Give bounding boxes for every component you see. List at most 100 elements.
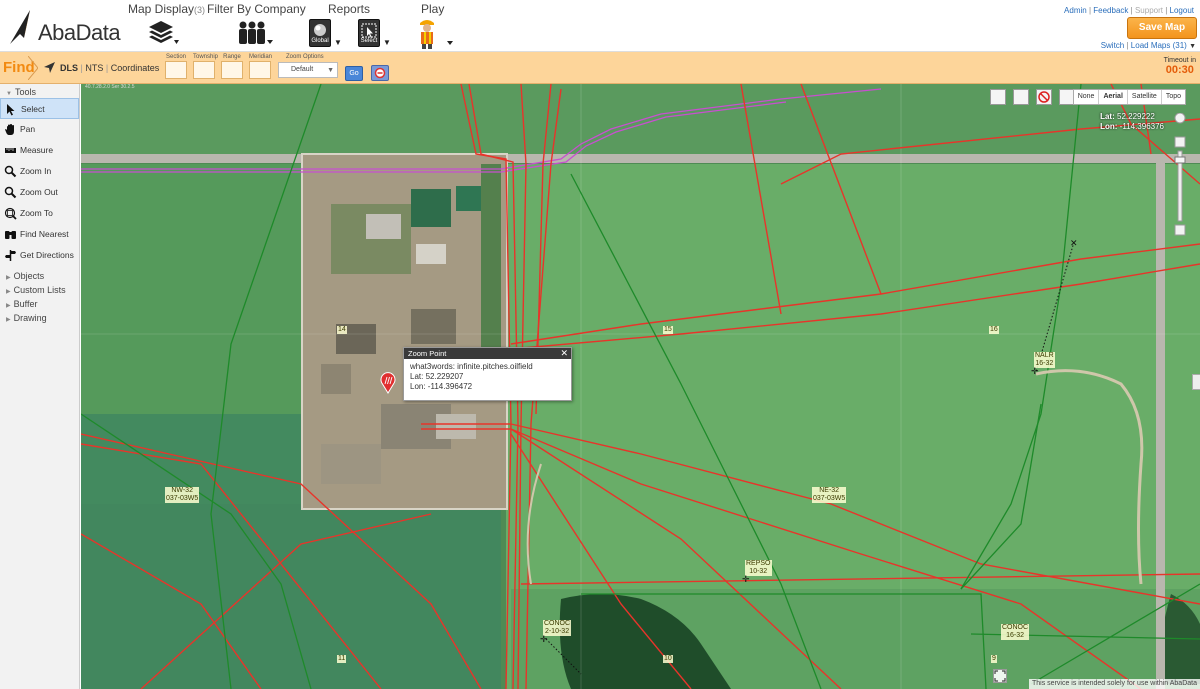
filter-company-menu[interactable]: Filter By Company xyxy=(207,2,306,16)
drawing-section[interactable]: ▶ Drawing xyxy=(0,311,79,325)
expand-triangle-icon: ▶ xyxy=(6,289,11,295)
zoom-in-control-icon xyxy=(1174,136,1186,148)
filter-company-title: Filter By Company xyxy=(207,2,306,16)
global-dropdown-caret-icon[interactable]: ▼ xyxy=(334,38,342,47)
map-view[interactable]: 40.7.28.2.0 Ser 30.2.5 None Aerial Satelli… xyxy=(81,84,1200,689)
well-label-conoc-16[interactable]: CONOC 16-32 xyxy=(1001,624,1030,640)
chevron-down-icon: ▼ xyxy=(327,67,334,74)
tree-line xyxy=(481,164,501,354)
find-dls-tab[interactable]: DLS xyxy=(60,63,78,73)
basemap-mode-buttons: None Aerial Satellite Topo xyxy=(1072,89,1186,105)
zoom-slider[interactable] xyxy=(1173,113,1187,523)
account-links: Admin | Feedback | Support | Logout xyxy=(1064,6,1194,15)
section-label-line1: NW-32 xyxy=(171,487,193,494)
well-marker-icon[interactable]: ✛ xyxy=(540,635,548,644)
buffer-section[interactable]: ▶ Buffer xyxy=(0,297,79,311)
mode-topo[interactable]: Topo xyxy=(1162,90,1185,104)
fullscreen-button[interactable] xyxy=(993,669,1007,683)
tool-zoom-in[interactable]: Zoom In xyxy=(0,161,79,182)
tool-measure-label: Measure xyxy=(20,145,54,155)
find-nts-tab[interactable]: NTS xyxy=(85,63,103,73)
meridian-field-label: Meridian xyxy=(249,54,273,60)
map-download-icon[interactable] xyxy=(989,89,1006,105)
location-arrow-icon xyxy=(44,62,55,73)
meridian-field: Meridian xyxy=(249,54,272,79)
tool-zoom-to-label: Zoom To xyxy=(20,208,53,218)
abadata-logo[interactable]: AbaData xyxy=(2,8,121,46)
tool-select[interactable]: Select xyxy=(0,98,79,119)
range-input[interactable] xyxy=(221,61,243,79)
cursor-coordinates: Lat: 52.229222 Lon: -114.396376 xyxy=(1100,112,1164,132)
section-number-14: 14 xyxy=(337,326,347,334)
section-input[interactable] xyxy=(165,61,187,79)
well-marker-icon[interactable]: ✛ xyxy=(742,575,750,584)
well-label-line2: 2-10-32 xyxy=(544,628,570,635)
right-panel-toggle[interactable] xyxy=(1192,374,1200,390)
tool-pan[interactable]: Pan xyxy=(0,119,79,140)
timeout-label: Timeout in xyxy=(1163,57,1196,64)
global-label: Global xyxy=(311,38,329,44)
worker-icon[interactable] xyxy=(412,17,454,49)
map-display-menu[interactable]: Map Display(3) xyxy=(128,2,205,16)
logout-link[interactable]: Logout xyxy=(1170,6,1194,15)
map-copy-icon[interactable] xyxy=(1012,89,1029,105)
map-no-entry-icon[interactable] xyxy=(1035,89,1052,105)
play-menu[interactable]: Play xyxy=(421,2,444,16)
mode-aerial[interactable]: Aerial xyxy=(1099,90,1128,104)
tool-zoom-out[interactable]: Zoom Out xyxy=(0,182,79,203)
zoom-options-value: Default xyxy=(291,66,314,73)
mode-none[interactable]: None xyxy=(1074,90,1100,104)
custom-lists-section[interactable]: ▶ Custom Lists xyxy=(0,283,79,297)
w3w-location-pin-icon[interactable] xyxy=(380,372,396,394)
people-icon[interactable] xyxy=(235,20,275,46)
close-icon[interactable]: ✕ xyxy=(560,348,568,359)
global-report-button[interactable]: Global xyxy=(309,19,331,47)
section-label-ne32: NE-32 037-03W5 xyxy=(812,487,847,503)
tool-zoom-out-label: Zoom Out xyxy=(20,187,58,197)
tool-select-label: Select xyxy=(21,104,45,114)
tool-zoom-to[interactable]: Zoom To xyxy=(0,203,79,224)
buffer-section-label: Buffer xyxy=(13,299,38,309)
section-label-nw32: NW-32 037-03W5 xyxy=(165,487,200,503)
lon-value: -114.396376 xyxy=(1119,122,1164,131)
select-dropdown-caret-icon[interactable]: ▼ xyxy=(383,38,391,47)
township-input[interactable] xyxy=(193,61,215,79)
find-coordinates-tab[interactable]: Coordinates xyxy=(111,63,160,73)
go-button[interactable]: Go xyxy=(345,66,363,81)
aerial-map-canvas[interactable] xyxy=(81,84,1200,689)
section-number-15: 15 xyxy=(663,326,673,334)
zoom-options-select[interactable]: Default ▼ xyxy=(278,62,338,78)
feedback-link[interactable]: Feedback xyxy=(1093,6,1128,15)
pan-up-icon xyxy=(1174,113,1186,124)
switch-link[interactable]: Switch xyxy=(1101,41,1125,50)
fullscreen-icon xyxy=(994,670,1006,682)
expand-triangle-icon: ▶ xyxy=(6,303,11,309)
reports-menu[interactable]: Reports xyxy=(328,2,370,16)
save-map-button[interactable]: Save Map xyxy=(1127,17,1197,39)
cursor-icon xyxy=(7,104,15,116)
reset-button[interactable] xyxy=(371,65,389,81)
layers-icon[interactable] xyxy=(147,20,179,46)
tools-section-header[interactable]: ▼ Tools xyxy=(0,84,79,98)
well-marker-icon[interactable]: ✛ xyxy=(1031,367,1039,376)
map-footer-notice: This service is intended solely for use … xyxy=(1029,679,1200,689)
save-map-label: Save Map xyxy=(1138,22,1186,33)
mode-satellite[interactable]: Satellite xyxy=(1128,90,1162,104)
tool-find-nearest[interactable]: Find Nearest xyxy=(0,224,79,245)
lat-value: 52.229222 xyxy=(1117,112,1155,121)
tool-get-directions[interactable]: Get Directions xyxy=(0,245,79,266)
support-link[interactable]: Support xyxy=(1135,6,1163,15)
load-maps-link[interactable]: Load Maps (31) xyxy=(1131,41,1187,50)
binoculars-icon xyxy=(5,231,16,239)
objects-section[interactable]: ▶ Objects xyxy=(0,269,79,283)
reset-icon xyxy=(374,67,386,79)
tool-measure[interactable]: Measure xyxy=(0,140,79,161)
load-maps-caret-icon[interactable]: ▼ xyxy=(1189,43,1196,50)
meridian-input[interactable] xyxy=(249,61,271,79)
go-label: Go xyxy=(349,70,359,77)
find-bar: Find DLS | NTS | Coordinates Section Tow… xyxy=(0,52,1200,84)
well-marker-icon[interactable]: ✕ xyxy=(1070,239,1078,248)
select-report-button[interactable]: Select xyxy=(358,19,380,47)
logo-text: AbaData xyxy=(38,20,121,45)
admin-link[interactable]: Admin xyxy=(1064,6,1087,15)
